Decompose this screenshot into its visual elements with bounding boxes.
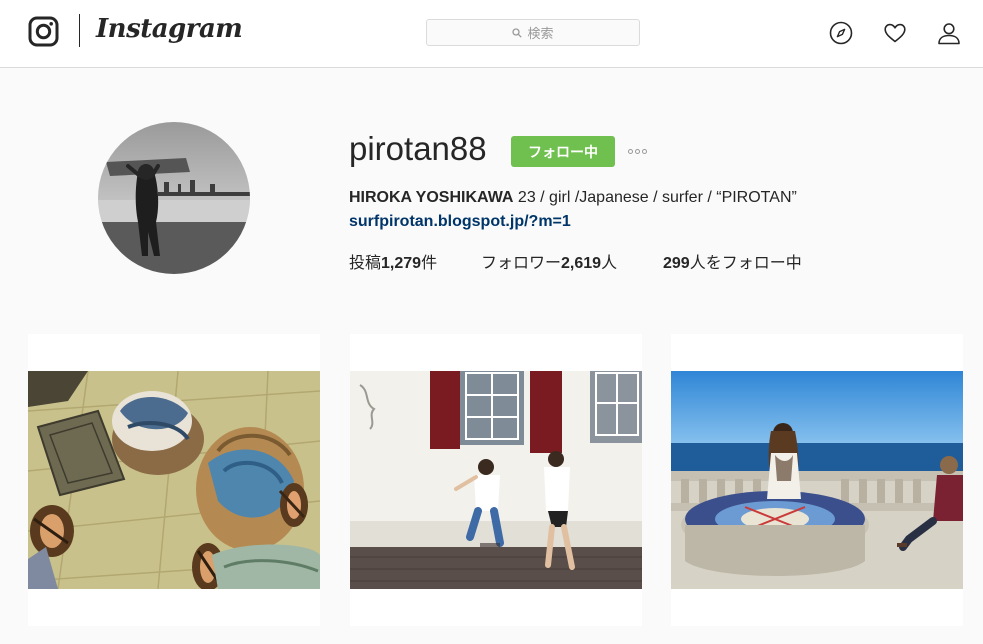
heart-icon[interactable]: [883, 21, 907, 45]
posts-unit: 件: [421, 255, 438, 272]
search-input[interactable]: 検索: [426, 19, 640, 46]
followers-label: フォロワー: [481, 255, 562, 272]
followers-count: 2,619: [561, 255, 602, 272]
person-icon[interactable]: [937, 21, 961, 45]
profile-avatar[interactable]: [98, 122, 250, 274]
posts-label: 投稿: [349, 255, 382, 272]
woman-at-ocean-compass-table-photo: [671, 371, 963, 589]
post-thumbnail-3[interactable]: [671, 334, 963, 626]
profile-bio-text: 23 / girl /Japanese / surfer / “PIROTAN”: [513, 189, 797, 206]
couple-walking-past-red-shutters-photo: [350, 371, 642, 589]
posts-count-stat: 投稿1,279件: [349, 249, 437, 273]
profile-website-link[interactable]: surfpirotan.blogspot.jp/?m=1: [349, 213, 571, 231]
dot-icon: [628, 148, 633, 154]
profile-bio: HIROKA YOSHIKAWA 23 / girl /Japanese / s…: [349, 189, 797, 207]
following-label: 人をフォロー中: [689, 255, 802, 272]
dot-icon: [635, 148, 640, 154]
search-icon: [512, 27, 523, 38]
logo-divider: [79, 14, 80, 47]
post-thumbnail-2[interactable]: [350, 334, 642, 626]
beach-bags-and-sandals-photo: [28, 371, 320, 589]
followers-count-stat[interactable]: フォロワー2,619人: [481, 249, 617, 273]
top-navigation-bar: Instagram 検索: [0, 0, 983, 68]
posts-count: 1,279: [381, 255, 422, 272]
following-count: 299: [663, 255, 690, 272]
post-thumbnail-1[interactable]: [28, 334, 320, 626]
instagram-wordmark-logo[interactable]: Instagram: [96, 14, 243, 44]
profile-username: pirotan88: [349, 130, 487, 167]
dot-icon: [642, 148, 647, 154]
more-options-button[interactable]: [628, 144, 656, 158]
search-placeholder: 検索: [527, 26, 554, 41]
profile-full-name: HIROKA YOSHIKAWA: [349, 189, 514, 206]
followers-unit: 人: [601, 255, 618, 272]
following-button[interactable]: フォロー中: [511, 136, 615, 167]
compass-icon[interactable]: [829, 21, 853, 45]
instagram-glyph-icon[interactable]: [28, 16, 59, 47]
following-count-stat[interactable]: 299人をフォロー中: [663, 249, 802, 273]
